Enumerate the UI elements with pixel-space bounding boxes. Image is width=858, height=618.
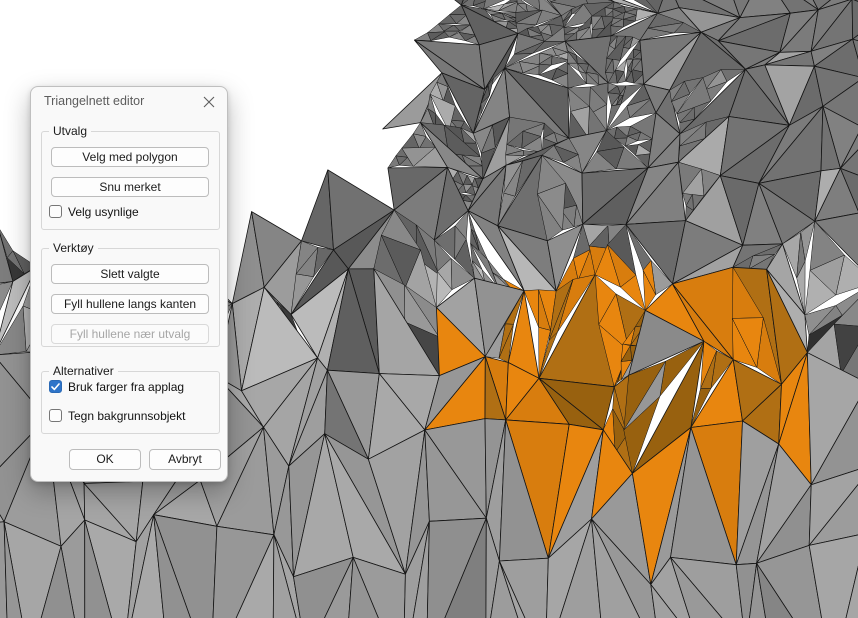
dialog-title: Triangelnett editor — [44, 94, 144, 108]
ok-button[interactable]: OK — [69, 449, 141, 470]
fill-holes-near-selection-button: Fyll hullene nær utvalg — [51, 324, 209, 344]
group-alternativer-label: Alternativer — [49, 364, 118, 379]
fill-holes-along-edge-button[interactable]: Fyll hullene langs kanten — [51, 294, 209, 314]
use-layer-colors-label: Bruk farger fra applag — [68, 380, 184, 394]
select-invisible-checkbox-row[interactable]: Velg usynlige — [49, 204, 139, 219]
select-invisible-label: Velg usynlige — [68, 205, 139, 219]
close-icon — [203, 96, 215, 108]
select-with-polygon-button[interactable]: Velg med polygon — [51, 147, 209, 167]
delete-selected-button[interactable]: Slett valgte — [51, 264, 209, 284]
select-invisible-checkbox[interactable] — [49, 205, 62, 218]
use-layer-colors-checkbox-row[interactable]: Bruk farger fra applag — [49, 379, 184, 394]
cancel-button[interactable]: Avbryt — [149, 449, 221, 470]
triangle-mesh-editor-dialog: Triangelnett editor Utvalg Velg med poly… — [30, 86, 228, 482]
draw-background-object-label: Tegn bakgrunnsobjekt — [68, 409, 185, 423]
draw-background-object-checkbox-row[interactable]: Tegn bakgrunnsobjekt — [49, 408, 185, 423]
invert-selection-button[interactable]: Snu merket — [51, 177, 209, 197]
group-verktoy-label: Verktøy — [49, 241, 98, 256]
close-button[interactable] — [200, 93, 218, 111]
draw-background-object-checkbox[interactable] — [49, 409, 62, 422]
group-utvalg-label: Utvalg — [49, 124, 91, 139]
check-icon — [51, 383, 60, 391]
use-layer-colors-checkbox[interactable] — [49, 380, 62, 393]
